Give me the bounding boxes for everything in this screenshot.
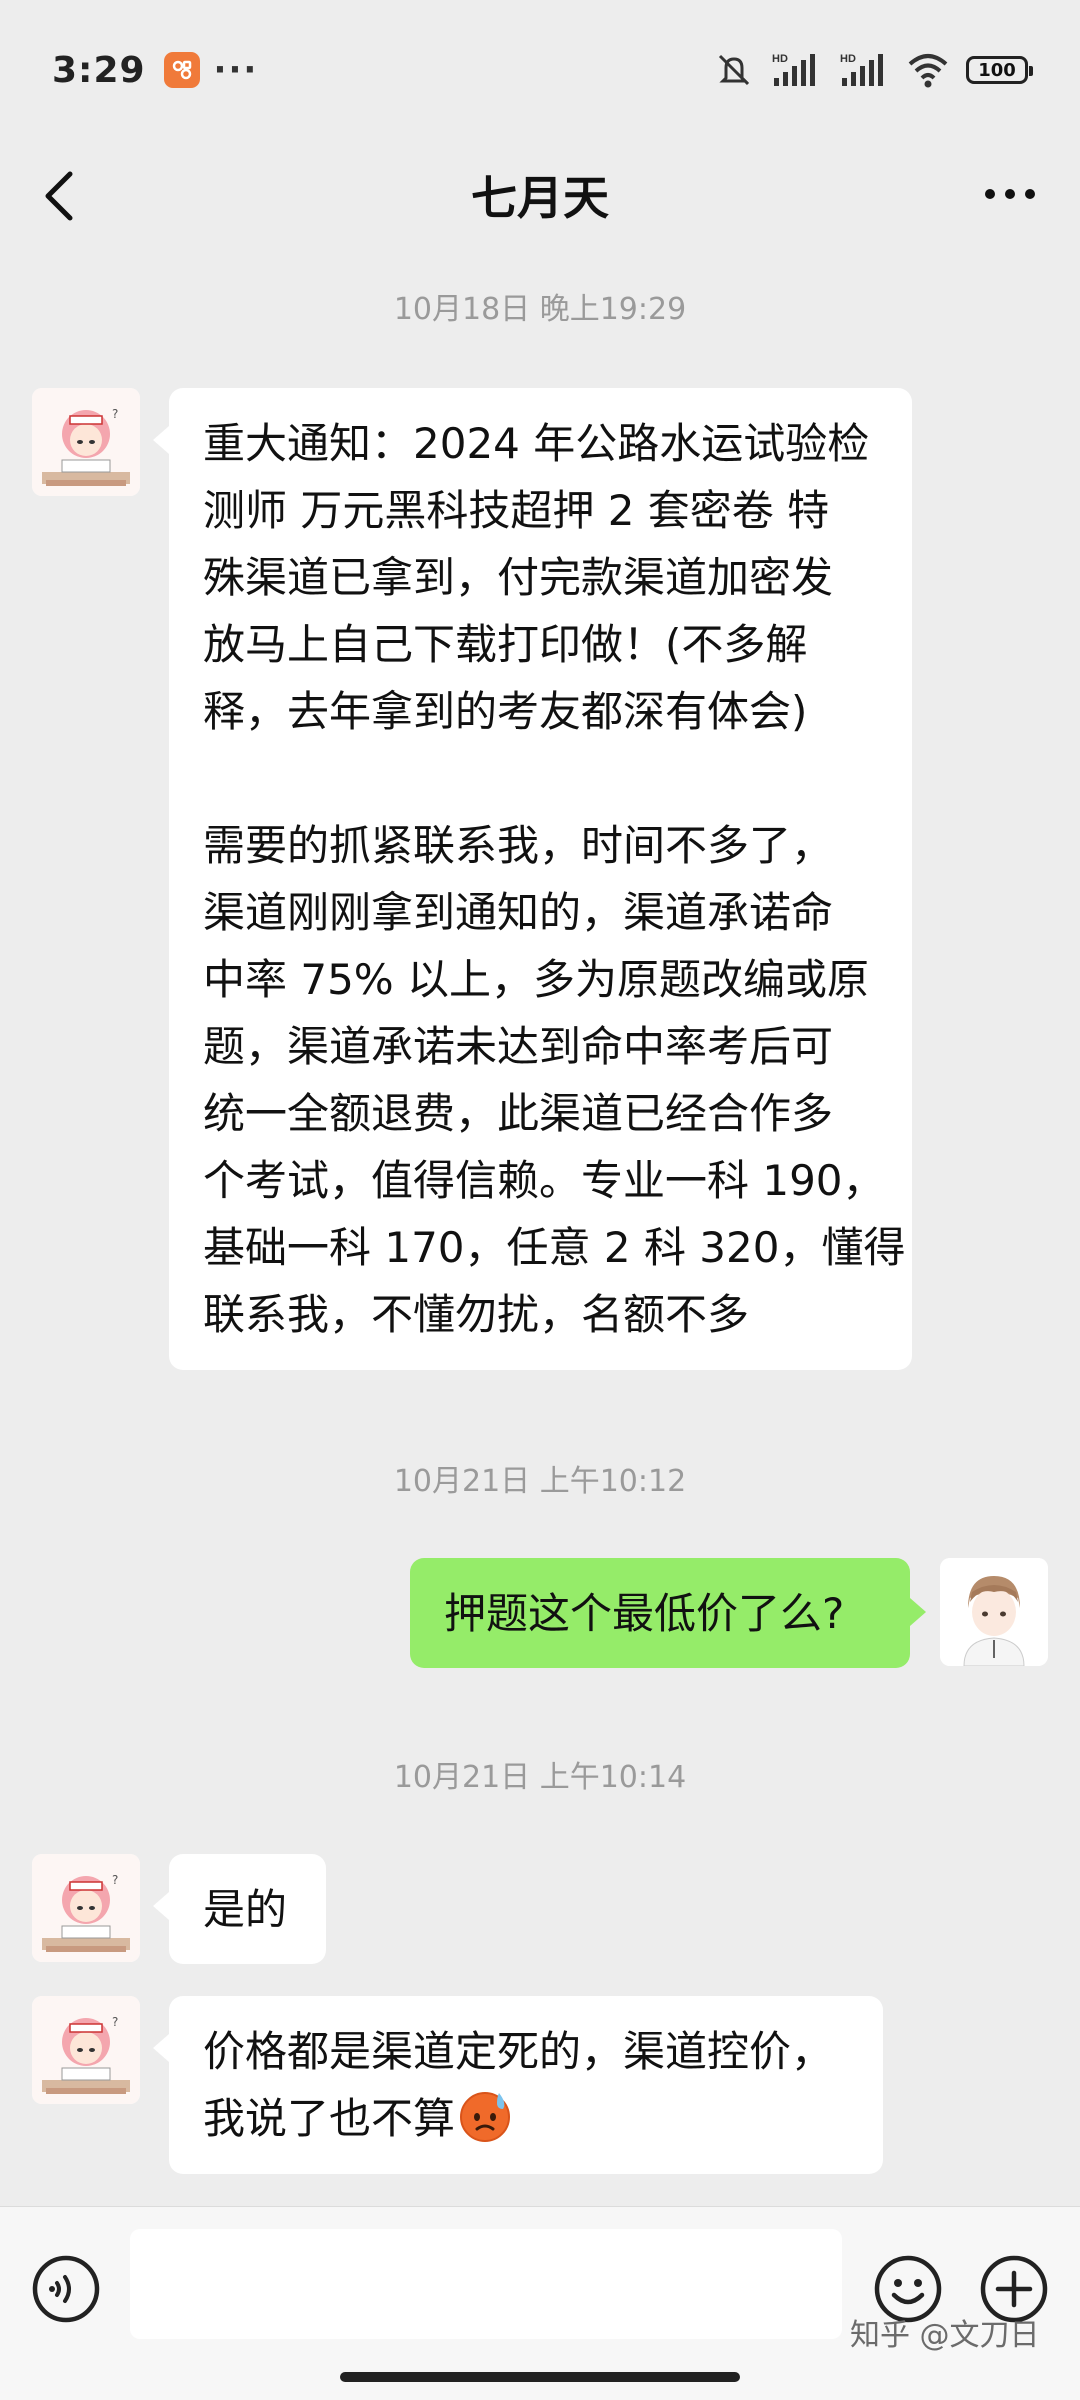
anime-girl-avatar-icon: ?	[32, 1854, 140, 1962]
message-text-line: 渠道刚刚拿到通知的，渠道承诺命	[203, 888, 834, 937]
message-text-line: 个考试，值得信赖。专业一科 190，	[203, 1156, 885, 1205]
message-text-line: 需要的抓紧联系我，时间不多了，	[203, 821, 834, 870]
contact-avatar[interactable]: ?	[32, 388, 140, 496]
message-text-line: 题，渠道承诺未达到命中率考后可	[203, 1022, 834, 1071]
contact-avatar[interactable]: ?	[32, 1854, 140, 1962]
status-time: 3:29	[52, 49, 146, 91]
anime-boy-avatar-icon	[940, 1558, 1048, 1666]
battery-level: 100	[978, 59, 1016, 81]
mute-icon	[718, 54, 750, 86]
message-text-line: 测师 万元黑科技超押 2 套密卷 特	[203, 486, 830, 535]
message-text: 押题这个最低价了么?	[444, 1589, 845, 1638]
sweat-face-emoji-icon	[460, 2092, 511, 2142]
message-text-fragment: 我说了也不算	[203, 2094, 456, 2143]
more-options-icon[interactable]	[980, 174, 1040, 214]
message-text-line: 基础一科 170，任意 2 科 320，懂得	[203, 1223, 906, 1272]
page-title: 七月天	[471, 171, 609, 225]
svg-text:HD: HD	[772, 53, 788, 65]
battery-icon: 100	[966, 56, 1033, 84]
app-notification-icon	[163, 52, 200, 88]
svg-text:?: ?	[112, 407, 118, 421]
wifi-icon	[908, 54, 948, 88]
anime-girl-avatar-icon: ?	[32, 388, 140, 496]
svg-text:?: ?	[112, 1873, 118, 1887]
message-text: 是的	[203, 1885, 288, 1934]
back-arrow-icon[interactable]	[36, 168, 86, 224]
message-bubble[interactable]: 是的	[153, 1854, 326, 1964]
message-text-line: 联系我，不懂勿扰，名额不多	[203, 1290, 750, 1339]
chat-header: 七月天	[0, 140, 1080, 250]
message-timestamp: 10月21日 上午10:14	[393, 1760, 687, 1795]
message-text-line: 我说了也不算	[203, 2085, 849, 2152]
signal-hd-icon: HD	[772, 53, 815, 86]
signal-hd-icon: HD	[840, 53, 883, 86]
message-text-line: 重大通知：2024 年公路水运试验检	[203, 419, 870, 468]
status-more: ···	[213, 50, 259, 90]
message-input[interactable]	[130, 2229, 842, 2339]
message-text-line: 价格都是渠道定死的，渠道控价，	[203, 2027, 834, 2076]
status-bar: 3:29 ··· HD HD 100	[0, 0, 1080, 140]
message-timestamp: 10月21日 上午10:12	[393, 1464, 687, 1499]
message-timestamp: 10月18日 晚上19:29	[393, 292, 687, 327]
my-avatar[interactable]	[940, 1558, 1048, 1666]
message-bubble[interactable]: 价格都是渠道定死的，渠道控价， 我说了也不算	[153, 1996, 883, 2174]
input-bar	[0, 2206, 1080, 2400]
message-text-line: 中率 75% 以上，多为原题改编或原	[203, 955, 870, 1004]
svg-text:?: ?	[112, 2015, 118, 2029]
message-text-line: 统一全额退费，此渠道已经合作多	[203, 1089, 834, 1138]
message-text-line: 释，去年拿到的考友都深有体会)	[203, 687, 808, 736]
contact-avatar[interactable]: ?	[32, 1996, 140, 2104]
svg-text:HD: HD	[840, 53, 856, 65]
watermark: 知乎 @文刀日	[850, 2318, 1040, 2353]
home-indicator[interactable]	[340, 2372, 740, 2382]
message-bubble-outgoing[interactable]: 押题这个最低价了么?	[410, 1558, 926, 1668]
message-bubble[interactable]: 重大通知：2024 年公路水运试验检 测师 万元黑科技超押 2 套密卷 特 殊渠…	[153, 388, 912, 1370]
message-text-line: 放马上自己下载打印做！(不多解	[203, 620, 808, 669]
voice-input-icon[interactable]	[30, 2253, 102, 2325]
message-text-line: 殊渠道已拿到，付完款渠道加密发	[203, 553, 834, 602]
anime-girl-avatar-icon: ?	[32, 1996, 140, 2104]
